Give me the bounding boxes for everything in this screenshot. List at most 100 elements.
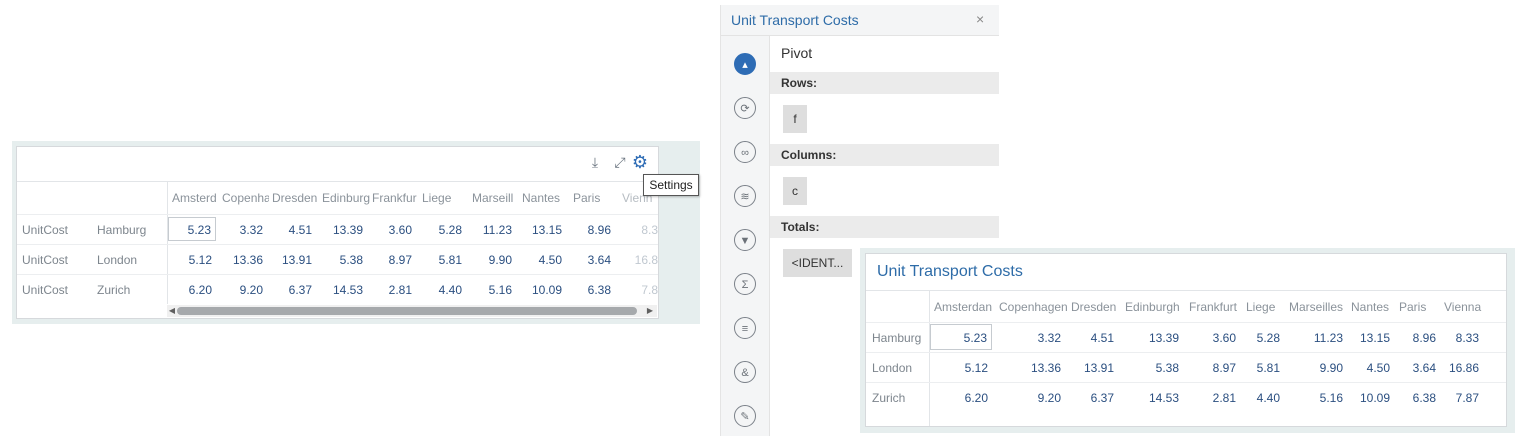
column-header[interactable]: Liege	[422, 182, 467, 214]
column-header[interactable]: Edinburg	[322, 182, 370, 214]
table-cell[interactable]: 5.38	[1125, 353, 1179, 383]
table-cell[interactable]: 16.8	[622, 245, 658, 275]
column-header[interactable]: Copenhagen	[999, 291, 1068, 323]
table-cell[interactable]: 5.16	[472, 275, 512, 304]
table-cell[interactable]: 3.64	[572, 245, 611, 275]
table-cell[interactable]: 3.32	[222, 215, 263, 245]
table-cell[interactable]: 16.86	[1444, 353, 1479, 383]
table-cell[interactable]: 6.37	[1071, 383, 1114, 413]
layers-icon[interactable]: ≋	[734, 185, 756, 207]
rows-field-chip[interactable]: f	[783, 105, 807, 133]
table-cell[interactable]: 13.39	[1125, 323, 1179, 353]
column-header[interactable]: Marseill	[472, 182, 518, 214]
table-cell[interactable]: 6.38	[1399, 383, 1436, 413]
link-icon[interactable]: ∞	[734, 141, 756, 163]
table-cell[interactable]: 4.40	[1246, 383, 1280, 413]
list-icon[interactable]: ≡	[734, 317, 756, 339]
table-cell[interactable]: 13.15	[1351, 323, 1390, 353]
column-header[interactable]: Dresden	[272, 182, 320, 214]
refresh-icon[interactable]: ⟳	[734, 97, 756, 119]
column-header[interactable]: Paris	[573, 182, 619, 214]
table-cell[interactable]: 3.60	[1189, 323, 1236, 353]
horizontal-scrollbar[interactable]: ◀ ▶	[167, 305, 657, 317]
table-cell[interactable]: 9.20	[222, 275, 263, 304]
table-cell[interactable]: 4.50	[522, 245, 562, 275]
expand-icon[interactable]: ⤢	[611, 153, 629, 171]
table-cell[interactable]: 5.28	[1246, 323, 1280, 353]
table-cell[interactable]: 5.81	[1246, 353, 1280, 383]
table-cell[interactable]: 4.50	[1351, 353, 1390, 383]
filter-icon[interactable]: ▼	[734, 229, 756, 251]
table-cell[interactable]: 2.81	[372, 275, 412, 304]
table-cell[interactable]: 4.51	[272, 215, 312, 245]
table-cell[interactable]: 5.23	[930, 324, 992, 350]
column-header[interactable]: Paris	[1399, 291, 1426, 323]
table-cell[interactable]: 4.51	[1071, 323, 1114, 353]
column-header[interactable]: Vienna	[1444, 291, 1481, 323]
table-cell[interactable]: 3.64	[1399, 353, 1436, 383]
table-cell[interactable]: 7.87	[1444, 383, 1479, 413]
table-cell[interactable]: 5.16	[1289, 383, 1343, 413]
pivot-title: Pivot	[781, 45, 813, 61]
sum-icon[interactable]: Σ	[734, 273, 756, 295]
table-cell[interactable]: 13.15	[522, 215, 562, 245]
table-cell[interactable]: 5.23	[168, 217, 216, 241]
table-cell[interactable]: 3.60	[372, 215, 412, 245]
table-cell[interactable]: 6.38	[572, 275, 611, 304]
table-cell[interactable]: 5.28	[422, 215, 462, 245]
column-header[interactable]: Nantes	[1351, 291, 1389, 323]
column-header[interactable]: Amsterd	[172, 182, 220, 214]
table-cell[interactable]: 11.23	[472, 215, 512, 245]
column-header[interactable]: Amsterdan	[934, 291, 992, 323]
download-icon[interactable]: ⤓	[586, 153, 604, 171]
column-header[interactable]: Copenha	[222, 182, 269, 214]
table-cell[interactable]: 10.09	[1351, 383, 1390, 413]
column-header[interactable]: Marseilles	[1289, 291, 1343, 323]
table-cell[interactable]: 5.12	[930, 353, 988, 383]
table-cell[interactable]: 8.97	[1189, 353, 1236, 383]
column-header[interactable]: Liege	[1246, 291, 1275, 323]
table-cell[interactable]: 6.20	[168, 275, 212, 304]
table-cell[interactable]: 5.12	[168, 245, 212, 275]
table-cell[interactable]: 9.90	[472, 245, 512, 275]
totals-field-chip[interactable]: <IDENT...	[783, 249, 852, 277]
table-cell[interactable]: 2.81	[1189, 383, 1236, 413]
table-cell[interactable]: 13.36	[999, 353, 1061, 383]
table-cell[interactable]: 9.20	[999, 383, 1061, 413]
table-cell[interactable]: 8.96	[572, 215, 611, 245]
column-header[interactable]: Frankfurt	[1189, 291, 1237, 323]
table-cell[interactable]: 10.09	[522, 275, 562, 304]
table-cell[interactable]: 3.32	[999, 323, 1061, 353]
table-cell[interactable]: 5.81	[422, 245, 462, 275]
wrench-icon[interactable]: ✎	[734, 405, 756, 427]
table-cell[interactable]: 8.96	[1399, 323, 1436, 353]
column-header[interactable]: Edinburgh	[1125, 291, 1180, 323]
table-cell[interactable]: 13.36	[222, 245, 263, 275]
table-cell[interactable]: 13.91	[272, 245, 312, 275]
table-cell[interactable]: 13.39	[322, 215, 363, 245]
column-header[interactable]: Frankfur	[372, 182, 420, 214]
table-cell[interactable]: 6.20	[930, 383, 988, 413]
table-cell[interactable]: 14.53	[322, 275, 363, 304]
table-cell[interactable]: 8.97	[372, 245, 412, 275]
table-cell[interactable]: 4.40	[422, 275, 462, 304]
table-cell[interactable]: 14.53	[1125, 383, 1179, 413]
columns-field-chip[interactable]: c	[783, 177, 807, 205]
table-cell[interactable]: 11.23	[1289, 323, 1343, 353]
table-cell[interactable]: 9.90	[1289, 353, 1343, 383]
table-cell[interactable]: 13.91	[1071, 353, 1114, 383]
table-cell[interactable]: 8.33	[1444, 323, 1479, 353]
table-cell[interactable]: 5.38	[322, 245, 363, 275]
scroll-left-arrow-icon[interactable]: ◀	[167, 305, 177, 317]
gear-icon[interactable]: ⚙	[631, 153, 649, 171]
pivot-icon[interactable]: ▴	[734, 53, 756, 75]
ampersand-icon[interactable]: &	[734, 361, 756, 383]
column-header[interactable]: Nantes	[522, 182, 568, 214]
column-header[interactable]: Dresden	[1071, 291, 1116, 323]
table-cell[interactable]: 6.37	[272, 275, 312, 304]
scrollbar-thumb[interactable]	[177, 307, 637, 315]
table-cell[interactable]: 7.8	[622, 275, 658, 304]
table-cell[interactable]: 8.3	[622, 215, 658, 245]
scroll-right-arrow-icon[interactable]: ▶	[645, 305, 655, 317]
close-icon[interactable]: ×	[976, 5, 984, 33]
